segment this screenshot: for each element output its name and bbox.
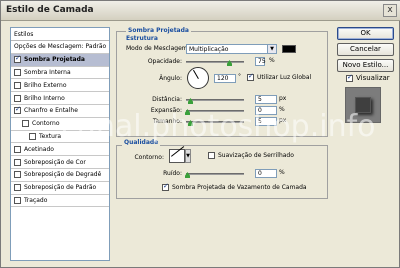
noise-slider[interactable] [186, 173, 244, 175]
style-item-label: Contorno [32, 120, 60, 128]
style-item-label: Opções de Mesclagem: Padrão [14, 43, 107, 51]
style-item-1[interactable]: Sombra Projetada [11, 53, 109, 67]
distance-unit: px [279, 95, 287, 102]
opacity-unit: % [269, 57, 275, 64]
style-item-checkbox[interactable] [14, 158, 21, 166]
opacity-label: Opacidade: [147, 58, 182, 65]
style-item-12[interactable]: Traçado [11, 195, 109, 208]
blend-mode-select[interactable]: Multiplicação ▼ [186, 44, 277, 54]
drop-shadow-panel: Sombra Projetada Estrutura Modo de Mescl… [114, 27, 330, 261]
angle-needle [193, 69, 199, 79]
style-item-9[interactable]: Sobreposição de Cor [11, 156, 109, 169]
distance-label: Distância: [152, 96, 182, 103]
watermark: canal.photoshop.info [61, 109, 376, 144]
cancel-button[interactable]: Cancelar [337, 43, 394, 56]
angle-value: 120 [217, 75, 229, 82]
noise-value: 0 [258, 170, 262, 177]
close-button[interactable]: x [383, 4, 397, 17]
opacity-field[interactable]: 75 [255, 57, 266, 66]
style-item-3[interactable]: Brilho Externo [11, 79, 109, 93]
global-light-checkbox[interactable]: Utilizar Luz Global [247, 72, 312, 81]
angle-unit: ° [238, 73, 241, 80]
anti-alias-checkbox[interactable]: Suavização de Serrilhado [208, 152, 294, 159]
contour-label: Contorno: [134, 154, 164, 161]
style-item-label: Sombra Interna [24, 68, 71, 76]
window-title: Estilo de Camada [6, 5, 94, 15]
style-item-checkbox[interactable] [14, 184, 21, 192]
blend-mode-value: Multiplicação [189, 46, 229, 53]
style-item-label: Sobreposição de Degradê [24, 171, 102, 179]
style-item-checkbox[interactable] [14, 81, 21, 89]
global-light-label: Utilizar Luz Global [257, 74, 312, 81]
title-bar: Estilo de Camada x [1, 1, 400, 21]
knockout-check[interactable] [162, 182, 169, 191]
global-light-check[interactable] [247, 72, 254, 81]
opacity-value: 75 [258, 58, 266, 65]
style-item-label: Brilho Interno [24, 94, 65, 102]
angle-dial[interactable] [187, 67, 209, 89]
section-title: Sombra Projetada [126, 27, 191, 34]
style-item-checkbox[interactable] [14, 94, 21, 102]
style-item-checkbox[interactable] [14, 105, 21, 115]
preview-check[interactable] [346, 73, 353, 82]
style-item-checkbox[interactable] [14, 54, 21, 64]
style-item-checkbox[interactable] [14, 196, 21, 204]
style-item-label: Sobreposição de Padrão [24, 184, 97, 192]
style-item-label: Sombra Projetada [24, 56, 85, 64]
angle-field[interactable]: 120 [214, 74, 236, 83]
styles-header[interactable]: Estilos [11, 28, 109, 41]
contour-dropdown-icon[interactable]: ▼ [185, 149, 191, 163]
shadow-color-swatch[interactable] [282, 45, 296, 53]
style-item-checkbox[interactable] [22, 120, 29, 128]
style-item-label: Traçado [24, 196, 48, 204]
style-item-label: Brilho Externo [24, 81, 67, 89]
knockout-label: Sombra Projetada de Vazamento de Camada [172, 184, 307, 191]
distance-value: 5 [258, 96, 262, 103]
chevron-down-icon: ▼ [267, 45, 276, 53]
style-item-0[interactable]: Opções de Mesclagem: Padrão [11, 41, 109, 54]
preview-checkbox[interactable]: Visualizar [346, 73, 390, 82]
style-item-label: Acetinado [24, 145, 54, 153]
styles-list: Estilos Opções de Mesclagem: Padrão Sombr… [10, 27, 110, 261]
new-style-button[interactable]: Novo Estilo... [337, 59, 394, 72]
style-item-checkbox[interactable] [29, 132, 36, 140]
style-item-11[interactable]: Sobreposição de Padrão [11, 182, 109, 195]
blend-mode-label: Modo de Mesclagem: [126, 45, 190, 52]
style-item-checkbox[interactable] [14, 68, 21, 76]
style-item-checkbox[interactable] [14, 145, 21, 153]
style-item-4[interactable]: Brilho Interno [11, 92, 109, 105]
angle-label: Ângulo: [159, 75, 182, 82]
structure-title: Estrutura [126, 35, 158, 42]
style-item-label: Sobreposição de Cor [24, 158, 86, 166]
style-item-label: Textura [39, 132, 62, 140]
noise-label: Ruído: [163, 170, 182, 177]
noise-field[interactable]: 0 [255, 169, 277, 178]
anti-alias-check[interactable] [208, 152, 215, 159]
opacity-slider[interactable] [186, 61, 244, 63]
anti-alias-label: Suavização de Serrilhado [218, 152, 294, 159]
preview-label: Visualizar [356, 74, 390, 82]
layer-style-dialog: Estilo de Camada x Estilos Opções de Mes… [0, 0, 400, 268]
contour-picker[interactable] [169, 146, 185, 163]
distance-field[interactable]: 5 [255, 95, 277, 104]
style-item-checkbox[interactable] [14, 171, 21, 179]
noise-unit: % [279, 169, 285, 176]
distance-slider[interactable] [186, 99, 244, 101]
style-item-10[interactable]: Sobreposição de Degradê [11, 169, 109, 182]
knockout-checkbox[interactable]: Sombra Projetada de Vazamento de Camada [162, 182, 307, 191]
style-item-2[interactable]: Sombra Interna [11, 67, 109, 80]
style-item-8[interactable]: Acetinado [11, 143, 109, 157]
ok-button[interactable]: OK [337, 27, 394, 40]
